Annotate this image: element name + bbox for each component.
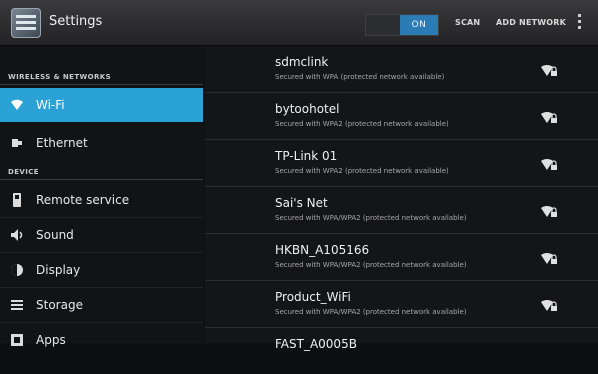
section-divider (0, 84, 203, 85)
sidebar-item-label: Storage (36, 298, 83, 312)
sidebar-item-label: Ethernet (36, 136, 88, 150)
network-status: Secured with WPA (protected network avai… (275, 73, 445, 81)
network-ssid: FAST_A0005B (275, 337, 357, 351)
sidebar-item-label: Display (36, 263, 81, 277)
wifi-locked-icon (541, 156, 557, 170)
settings-app-icon[interactable] (11, 8, 41, 38)
network-item[interactable]: Product_WiFi Secured with WPA/WPA2 (prot… (205, 281, 598, 328)
wifi-locked-icon (541, 109, 557, 123)
network-ssid: bytoohotel (275, 102, 340, 116)
network-ssid: TP-Link 01 (275, 149, 338, 163)
sidebar-item-sound[interactable]: Sound (0, 218, 203, 252)
network-item[interactable]: Sai's Net Secured with WPA/WPA2 (protect… (205, 187, 598, 234)
ethernet-icon (10, 136, 24, 150)
network-item[interactable]: bytoohotel Secured with WPA2 (protected … (205, 93, 598, 140)
settings-sidebar: WIRELESS & NETWORKS Wi-Fi Ethernet DEVIC… (0, 46, 203, 347)
network-item[interactable]: FAST_A0005B (205, 328, 598, 374)
sidebar-item-label: Wi-Fi (36, 98, 65, 112)
section-header-wireless: WIRELESS & NETWORKS (8, 73, 112, 81)
network-status: Secured with WPA/WPA2 (protected network… (275, 214, 467, 222)
network-status: Secured with WPA/WPA2 (protected network… (275, 261, 467, 269)
wifi-locked-icon (541, 203, 557, 217)
toggle-on-label: ON (400, 15, 438, 35)
add-network-button[interactable]: ADD NETWORK (496, 18, 566, 27)
sidebar-item-storage[interactable]: Storage (0, 288, 203, 322)
section-header-device: DEVICE (8, 168, 39, 176)
sidebar-item-wifi[interactable]: Wi-Fi (0, 88, 203, 122)
page-title: Settings (49, 14, 103, 29)
sidebar-item-apps[interactable]: Apps (0, 323, 203, 357)
sound-icon (10, 228, 24, 242)
network-status: Secured with WPA2 (protected network ava… (275, 120, 449, 128)
sidebar-item-remote-service[interactable]: Remote service (0, 183, 203, 217)
display-icon (10, 263, 24, 277)
network-ssid: sdmclink (275, 55, 329, 69)
storage-icon (10, 298, 24, 312)
settings-app: Settings ON SCAN ADD NETWORK WIRELESS & … (0, 0, 598, 351)
remote-icon (10, 193, 24, 207)
section-divider (0, 179, 203, 180)
overflow-menu-icon[interactable] (578, 14, 582, 32)
network-ssid: HKBN_A105166 (275, 243, 370, 257)
wifi-locked-icon (541, 297, 557, 311)
sidebar-item-label: Sound (36, 228, 74, 242)
network-ssid: Product_WiFi (275, 290, 351, 304)
wifi-toggle[interactable]: ON (365, 14, 439, 36)
wifi-locked-icon (541, 250, 557, 264)
action-bar: Settings ON SCAN ADD NETWORK (0, 0, 598, 46)
network-item[interactable]: HKBN_A105166 Secured with WPA/WPA2 (prot… (205, 234, 598, 281)
sidebar-item-label: Apps (36, 333, 66, 347)
sidebar-item-ethernet[interactable]: Ethernet (0, 126, 203, 160)
sidebar-item-display[interactable]: Display (0, 253, 203, 287)
scan-button[interactable]: SCAN (455, 18, 480, 27)
network-status: Secured with WPA2 (protected network ava… (275, 167, 449, 175)
apps-icon (10, 333, 24, 347)
network-item[interactable]: sdmclink Secured with WPA (protected net… (205, 46, 598, 93)
network-ssid: Sai's Net (275, 196, 328, 210)
sidebar-item-label: Remote service (36, 193, 130, 207)
wifi-network-list: sdmclink Secured with WPA (protected net… (205, 46, 598, 351)
wifi-icon (10, 98, 24, 112)
network-item[interactable]: TP-Link 01 Secured with WPA2 (protected … (205, 140, 598, 187)
network-status: Secured with WPA/WPA2 (protected network… (275, 308, 467, 316)
wifi-locked-icon (541, 62, 557, 76)
